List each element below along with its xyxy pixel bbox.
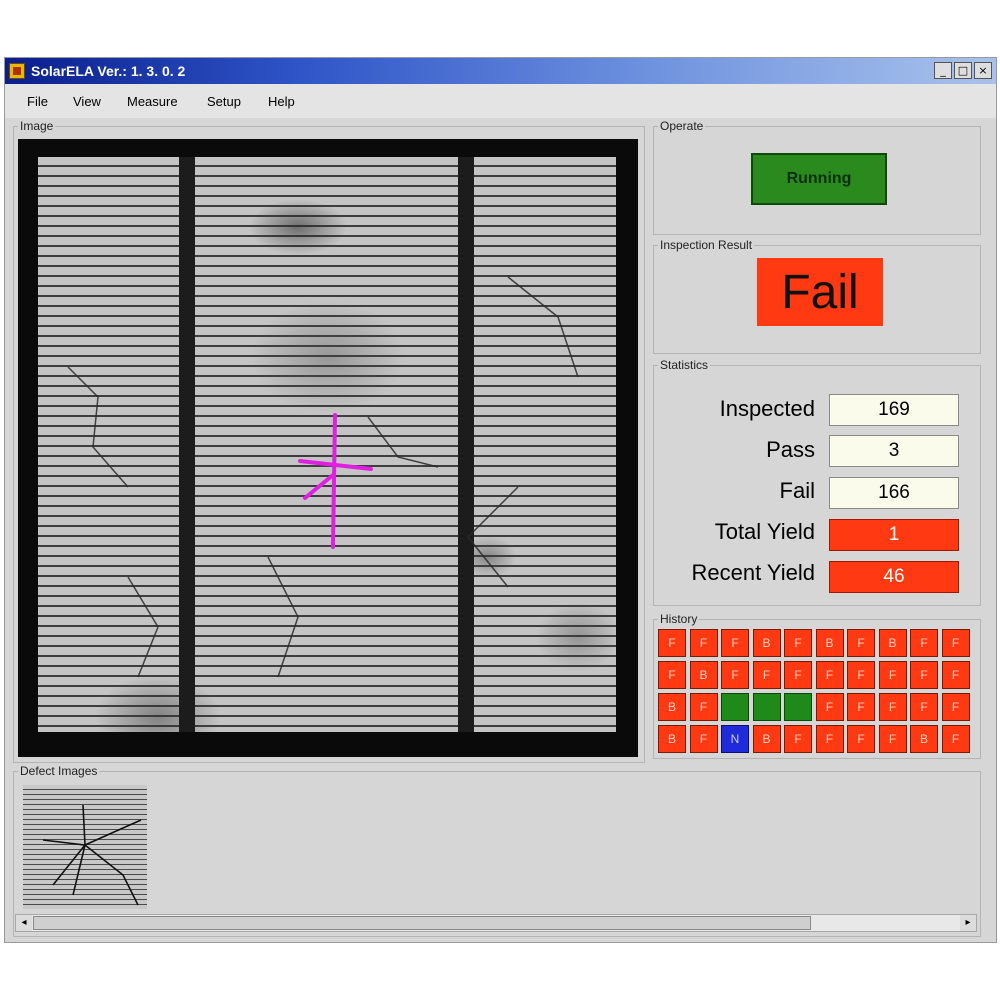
- menu-help[interactable]: Help: [268, 94, 295, 109]
- crosshair-marker-icon: [298, 413, 373, 549]
- history-cell: B: [815, 629, 844, 657]
- scroll-right-icon[interactable]: ▸: [960, 915, 976, 931]
- defect-images-group: Defect Images: [13, 764, 981, 937]
- history-cell: F: [784, 725, 812, 753]
- history-cell: F: [815, 725, 844, 753]
- operate-group-label: Operate: [658, 119, 706, 133]
- stat-label-pass: Pass: [766, 437, 815, 462]
- history-cell: F: [815, 661, 844, 689]
- history-cell: F: [941, 725, 970, 753]
- history-cell: F: [878, 693, 907, 721]
- history-cell: B: [752, 725, 781, 753]
- history-cell: F: [721, 629, 749, 657]
- menu-setup[interactable]: Setup: [207, 94, 241, 109]
- stat-label-inspected: Inspected: [719, 396, 815, 421]
- defect-crack-overlay: [42, 804, 142, 906]
- window-controls: _ □ ×: [934, 62, 992, 79]
- history-cell: F: [847, 629, 875, 657]
- stat-label-total-yield: Total Yield: [714, 519, 815, 544]
- history-cell: F: [784, 629, 812, 657]
- stat-value-inspected: 169: [829, 394, 959, 426]
- history-cell: F: [689, 693, 718, 721]
- history-cell: B: [658, 693, 686, 721]
- history-cell: F: [815, 693, 844, 721]
- history-cell: B: [658, 725, 686, 753]
- history-label: History: [658, 612, 700, 626]
- menu-measure[interactable]: Measure: [127, 94, 178, 109]
- solar-cell-image: [38, 157, 616, 732]
- maximize-button[interactable]: □: [954, 62, 972, 79]
- stat-value-pass: 3: [829, 435, 959, 467]
- inspection-result-label: Inspection Result: [658, 238, 755, 252]
- close-button[interactable]: ×: [974, 62, 992, 79]
- minimize-button[interactable]: _: [934, 62, 952, 79]
- statistics-label: Statistics: [658, 358, 711, 372]
- history-cell: F: [941, 661, 970, 689]
- title-bar[interactable]: SolarELA Ver.: 1. 3. 0. 2 _ □ ×: [5, 58, 996, 84]
- history-cell: F: [658, 661, 686, 689]
- history-grid: FFFBFBFBFFFBFFFFFFFFBFFFFFFBFNBFFFFBF: [658, 629, 972, 757]
- window-title: SolarELA Ver.: 1. 3. 0. 2: [31, 63, 186, 79]
- history-cell: N: [721, 725, 749, 753]
- menu-bar: File View Measure Setup Help: [5, 84, 996, 118]
- app-window: SolarELA Ver.: 1. 3. 0. 2 _ □ × File Vie…: [4, 57, 997, 943]
- history-cell: F: [941, 693, 970, 721]
- history-cell: F: [910, 693, 938, 721]
- scroll-thumb[interactable]: [33, 916, 811, 930]
- running-button[interactable]: Running: [751, 153, 887, 205]
- history-cell: B: [878, 629, 907, 657]
- history-cell: F: [847, 725, 875, 753]
- menu-file[interactable]: File: [27, 94, 48, 109]
- stat-label-fail: Fail: [779, 478, 815, 503]
- history-cell: F: [878, 725, 907, 753]
- history-cell: B: [910, 725, 938, 753]
- history-cell: F: [847, 661, 875, 689]
- horizontal-scrollbar[interactable]: ◂ ▸: [15, 914, 977, 932]
- history-cell: F: [784, 661, 812, 689]
- history-cell: F: [658, 629, 686, 657]
- history-cell: B: [752, 629, 781, 657]
- stat-value-fail: 166: [829, 477, 959, 509]
- history-cell: [784, 693, 812, 721]
- defect-images-label: Defect Images: [18, 764, 100, 778]
- defect-thumbnail[interactable]: [23, 785, 147, 909]
- menu-view[interactable]: View: [73, 94, 101, 109]
- history-cell: F: [910, 661, 938, 689]
- crack-overlay: [67, 276, 579, 678]
- history-cell: [721, 693, 749, 721]
- scroll-left-icon[interactable]: ◂: [16, 915, 32, 931]
- image-group-label: Image: [18, 119, 56, 133]
- stat-value-total-yield: 1: [829, 519, 959, 551]
- history-cell: F: [941, 629, 970, 657]
- history-cell: F: [689, 725, 718, 753]
- history-cell: B: [689, 661, 718, 689]
- history-cell: [752, 693, 781, 721]
- stat-label-recent-yield: Recent Yield: [691, 560, 815, 585]
- history-cell: F: [689, 629, 718, 657]
- history-cell: F: [721, 661, 749, 689]
- stat-value-recent-yield: 46: [829, 561, 959, 593]
- history-cell: F: [847, 693, 875, 721]
- app-icon: [9, 63, 25, 79]
- history-cell: F: [910, 629, 938, 657]
- history-cell: F: [878, 661, 907, 689]
- inspection-result-value: Fail: [757, 258, 883, 326]
- history-cell: F: [752, 661, 781, 689]
- el-image-view[interactable]: [18, 139, 638, 757]
